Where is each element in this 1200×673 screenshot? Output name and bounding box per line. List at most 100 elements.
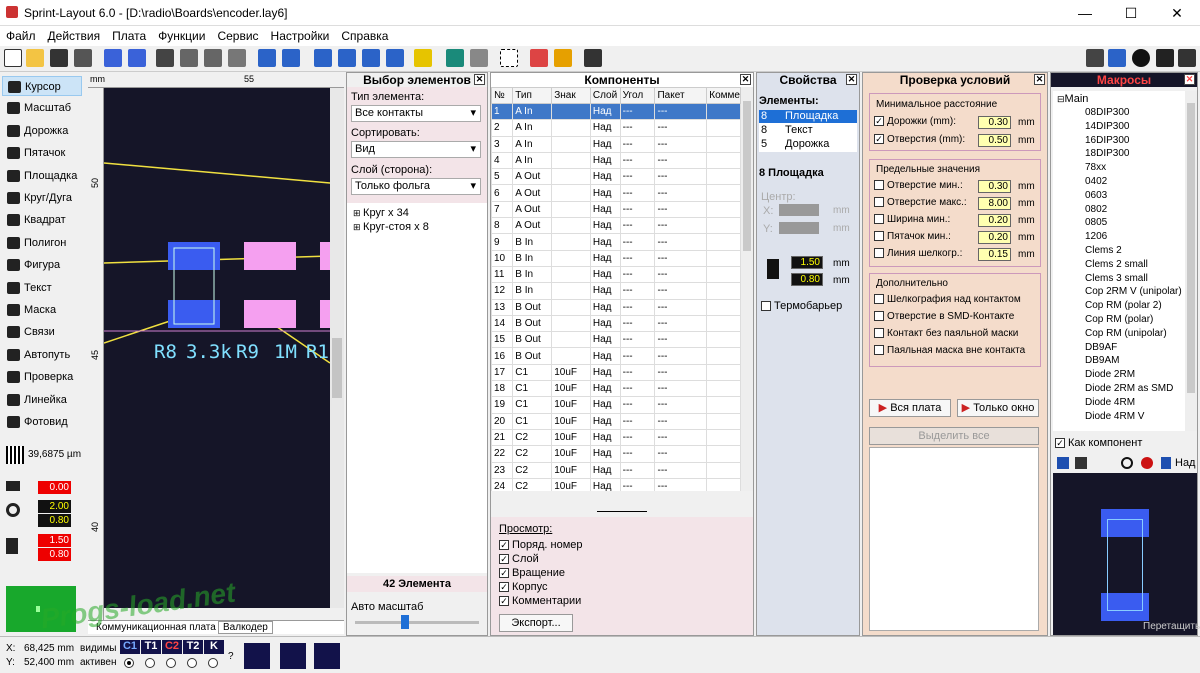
macro-item[interactable]: Cop RM (unipolar)	[1085, 328, 1167, 339]
macro-item[interactable]: Clems 2 small	[1085, 259, 1148, 270]
macro-item[interactable]: Clems 3 small	[1085, 273, 1148, 284]
col-header[interactable]: Угол	[619, 87, 656, 104]
components-close-icon[interactable]: ✕	[740, 74, 751, 85]
macro-item[interactable]: Cop RM (polar 2)	[1085, 300, 1162, 311]
view-opt-comments[interactable]: ✓ Комментарии	[499, 595, 581, 607]
limit-field[interactable]: 0.20	[978, 231, 1011, 244]
selection-close-icon[interactable]: ✕	[474, 74, 485, 85]
open-folder-icon[interactable]	[26, 49, 44, 67]
macro-item[interactable]: 1206	[1085, 231, 1107, 242]
track-width-field[interactable]: 0.00	[38, 481, 71, 494]
component-icon[interactable]	[530, 49, 548, 67]
minimize-button[interactable]: —	[1062, 0, 1108, 26]
table-row[interactable]: 4A In Над --- ---	[491, 151, 741, 170]
mirror-icon[interactable]	[282, 49, 300, 67]
tool-photo[interactable]: Фотовид	[2, 412, 82, 432]
macro-item[interactable]: 0402	[1085, 176, 1107, 187]
layer-help[interactable]: ?	[228, 651, 234, 662]
tool-pad[interactable]: Пятачок	[2, 143, 82, 163]
macro-item[interactable]: 0603	[1085, 190, 1107, 201]
align-icon[interactable]	[314, 49, 332, 67]
view-bottom-icon[interactable]	[280, 643, 306, 669]
redo-icon[interactable]	[128, 49, 146, 67]
grid-selector[interactable]: 39,6875 µm	[4, 444, 84, 466]
edit-icon[interactable]	[554, 49, 572, 67]
min-holes-checkbox[interactable]: ✓ Отверстия (mm):	[874, 134, 965, 145]
layer-c1[interactable]: C1	[120, 640, 140, 654]
extra-hole-in-smd[interactable]: Отверстие в SMD-Контакте	[874, 311, 1014, 322]
macros-scroll-thumb[interactable]	[1187, 103, 1195, 393]
tool-ruler[interactable]: Линейка	[2, 390, 82, 410]
limit-field[interactable]: 8.00	[978, 197, 1011, 210]
layer-top-icon[interactable]	[446, 49, 464, 67]
maximize-button[interactable]: ☐	[1108, 0, 1154, 26]
canvas-scrollbar[interactable]	[330, 88, 344, 608]
cut-icon[interactable]	[156, 49, 174, 67]
properties-close-icon[interactable]: ✕	[846, 74, 857, 85]
sort-select[interactable]: Вид	[351, 141, 481, 158]
view-opt-layer[interactable]: ✓ Слой	[499, 553, 539, 565]
table-row[interactable]: 12 B In Над --- ---	[491, 282, 741, 300]
macros-root[interactable]: ⊟Main	[1057, 93, 1088, 105]
col-header[interactable]: Пакет	[654, 87, 708, 104]
undo-icon[interactable]	[104, 49, 122, 67]
macro-item[interactable]: 08DIP300	[1085, 107, 1129, 118]
limit-checkbox[interactable]: Отверстие мин.:	[874, 180, 963, 191]
limit-field[interactable]: 0.20	[978, 214, 1011, 227]
active-radio-k[interactable]	[208, 658, 218, 668]
table-row[interactable]: 24 C2 10uF Над --- ---	[491, 477, 741, 491]
table-row[interactable]: 16 B Out Над --- ---	[491, 347, 741, 365]
menu-settings[interactable]: Настройки	[265, 26, 336, 46]
view-opt-number[interactable]: ✓ Поряд. номер	[499, 539, 583, 551]
check-board-button[interactable]: ▶ Вся плата	[869, 399, 951, 417]
limit-field[interactable]: 0.30	[978, 180, 1011, 193]
table-row[interactable]: 14 B Out Над --- ---	[491, 314, 741, 333]
highlight-icon[interactable]	[414, 49, 432, 67]
macro-item[interactable]: Diode 2RM as SMD	[1085, 383, 1173, 394]
col-header[interactable]: Знак	[551, 87, 591, 104]
macro-item[interactable]: 14DIP300	[1085, 121, 1129, 132]
table-row[interactable]: 19 C1 10uF Над --- ---	[491, 396, 741, 414]
macro-item[interactable]: Diode 4RM	[1085, 397, 1135, 408]
macro-import-icon[interactable]	[1161, 457, 1171, 469]
layer-bottom-icon[interactable]	[470, 49, 488, 67]
tree-item-circle-standing[interactable]: ⊞ Круг-стоя x 8	[353, 221, 429, 233]
table-row[interactable]: 21 C2 10uF Над --- ---	[491, 428, 741, 447]
min-tracks-field[interactable]: 0.30	[978, 116, 1011, 129]
thermal-checkbox[interactable]: Термобарьер	[761, 300, 842, 312]
as-component-checkbox[interactable]: ✓ Как компонент	[1055, 437, 1142, 449]
view-top-icon[interactable]	[244, 643, 270, 669]
table-row[interactable]: 5A Out Над --- ---	[491, 168, 741, 186]
macro-item[interactable]: 18DIP300	[1085, 148, 1129, 159]
table-row[interactable]: 8A Out Над --- ---	[491, 217, 741, 235]
list-icon[interactable]	[1108, 49, 1126, 67]
tool-shape[interactable]: Фигура	[2, 255, 82, 275]
layer-t2[interactable]: T2	[183, 640, 203, 654]
macro-item[interactable]: Clems 2	[1085, 245, 1122, 256]
splitter-handle[interactable]	[597, 511, 647, 512]
layer-select[interactable]: Только фольга	[351, 178, 481, 195]
element-text[interactable]: 8 Текст	[759, 124, 857, 137]
limit-checkbox[interactable]: Линия шелкогр.:	[874, 248, 962, 259]
menu-file[interactable]: Файл	[0, 26, 42, 46]
table-row[interactable]: 6A Out Над --- ---	[491, 184, 741, 202]
menu-actions[interactable]: Действия	[42, 26, 107, 46]
active-radio-c1[interactable]	[124, 658, 134, 668]
save-icon[interactable]	[50, 49, 68, 67]
active-radio-t1[interactable]	[145, 658, 155, 668]
scroll-thumb[interactable]	[332, 338, 342, 398]
tool-polygon[interactable]: Полигон	[2, 233, 82, 253]
house-icon[interactable]	[1086, 49, 1104, 67]
table-row[interactable]: 17 C1 10uF Над --- ---	[491, 363, 741, 382]
table-row[interactable]: 9B In Над --- ---	[491, 233, 741, 251]
table-row[interactable]: 2A In Над --- ---	[491, 119, 741, 137]
macro-delete-icon[interactable]	[1075, 457, 1087, 469]
copy-icon[interactable]	[180, 49, 198, 67]
close-button[interactable]: ✕	[1154, 0, 1200, 26]
macro-item[interactable]: DB9AM	[1085, 355, 1119, 366]
table-row[interactable]: 1A In Над --- ---	[491, 102, 741, 121]
active-radio-t2[interactable]	[187, 658, 197, 668]
smd-height-field[interactable]: 0.80	[38, 548, 71, 561]
col-header[interactable]: №	[491, 87, 514, 104]
type-select[interactable]: Все контакты	[351, 105, 481, 122]
